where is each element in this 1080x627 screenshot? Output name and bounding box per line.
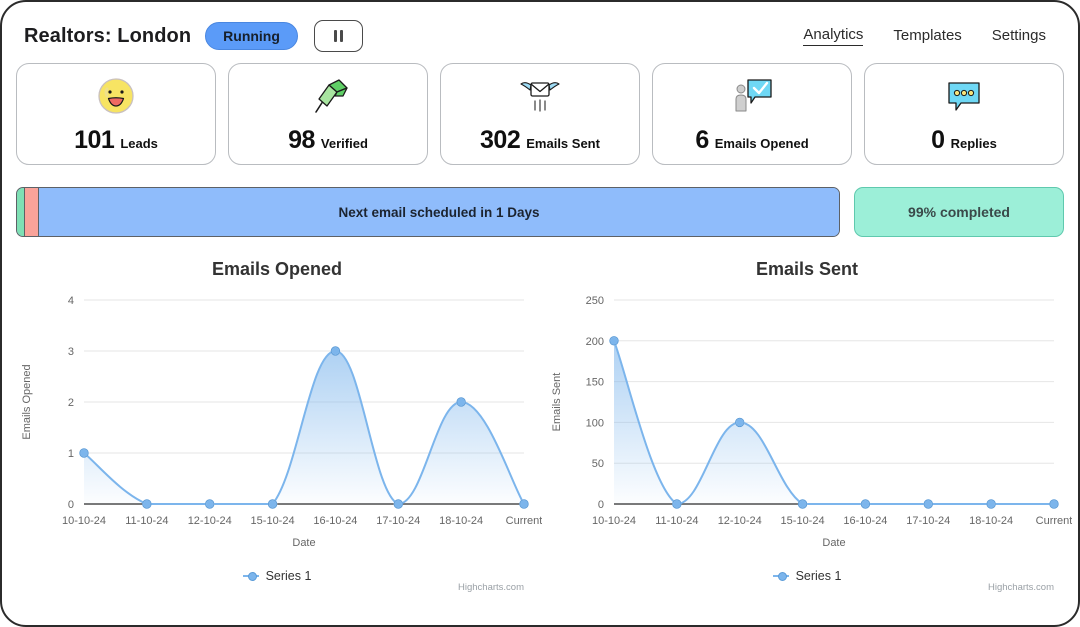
stat-card-replies[interactable]: 0 Replies <box>864 63 1064 165</box>
page-title: Realtors: London <box>24 24 192 47</box>
nav-item-settings[interactable]: Settings <box>992 27 1046 46</box>
chart-plot-area: 0 50 100 150 200 250 Emails Sent 10-10-24 11-10-… <box>542 282 1072 567</box>
pause-icon <box>333 30 343 42</box>
stat-value: 101 <box>74 125 115 154</box>
svg-text:12-10-24: 12-10-24 <box>718 515 762 527</box>
svg-text:17-10-24: 17-10-24 <box>376 515 420 527</box>
svg-text:3: 3 <box>68 346 74 358</box>
stat-label: Leads <box>120 135 158 151</box>
chart-legend[interactable]: Series 1 <box>542 569 1072 583</box>
speech-bubble-dots-icon <box>941 74 987 118</box>
chart-legend[interactable]: Series 1 <box>12 569 542 583</box>
svg-text:0: 0 <box>598 499 604 511</box>
stat-value: 6 <box>695 125 709 154</box>
legend-item-label: Series 1 <box>795 569 842 583</box>
stat-value: 0 <box>931 125 945 154</box>
stat-label: Verified <box>320 135 368 151</box>
legend-marker-icon <box>242 571 259 581</box>
app-window: Realtors: London Running Analytics Templ… <box>0 0 1080 627</box>
progress-segment-blue: Next email scheduled in 1 Days <box>39 188 839 236</box>
svg-text:200: 200 <box>586 336 604 348</box>
svg-text:Current: Current <box>1036 515 1072 527</box>
stat-card-emails-sent[interactable]: 302 Emails Sent <box>440 63 640 165</box>
stats-row: 101 Leads 98 Verified 302 Emails Sent 6 … <box>2 56 1078 165</box>
chart-title: Emails Sent <box>755 259 859 279</box>
svg-text:100: 100 <box>586 417 604 429</box>
svg-text:Date: Date <box>292 537 315 549</box>
svg-text:12-10-24: 12-10-24 <box>188 515 232 527</box>
stat-label: Emails Opened <box>714 135 809 151</box>
stat-card-leads[interactable]: 101 Leads <box>16 63 216 165</box>
svg-text:10-10-24: 10-10-24 <box>62 515 106 527</box>
nav-item-templates[interactable]: Templates <box>893 27 961 46</box>
stat-label: Emails Sent <box>526 135 600 151</box>
progress-label: Next email scheduled in 1 Days <box>338 204 540 220</box>
nav-item-analytics[interactable]: Analytics <box>803 26 864 46</box>
stat-value: 302 <box>480 125 521 154</box>
chart-emails-opened: Emails Opened 0 1 2 3 4 Emails Opened 10-10-24… <box>12 255 542 595</box>
legend-marker-icon <box>772 571 789 581</box>
svg-text:10-10-24: 10-10-24 <box>592 515 636 527</box>
svg-text:18-10-24: 18-10-24 <box>969 515 1013 527</box>
chart-title: Emails Opened <box>211 259 343 279</box>
pause-button[interactable] <box>313 20 363 52</box>
svg-text:15-10-24: 15-10-24 <box>251 515 295 527</box>
green-flag-icon <box>305 74 351 118</box>
svg-text:Current: Current <box>506 515 542 527</box>
svg-text:Emails Sent: Emails Sent <box>551 373 563 432</box>
svg-text:4: 4 <box>68 295 74 307</box>
svg-text:11-10-24: 11-10-24 <box>655 515 698 527</box>
charts-row: Emails Opened 0 1 2 3 4 Emails Opened 10-10-24… <box>2 237 1078 595</box>
person-checkmark-bubble-icon <box>729 74 775 118</box>
svg-text:16-10-24: 16-10-24 <box>313 515 357 527</box>
chart-emails-sent: Emails Sent 0 50 100 150 200 250 Emails Sent 10… <box>542 255 1072 595</box>
schedule-progress-bar[interactable]: Next email scheduled in 1 Days <box>16 187 840 237</box>
chart-plot-area: 0 1 2 3 4 Emails Opened 10-10-24 11-10-24 12-10-… <box>12 282 542 567</box>
svg-text:50: 50 <box>592 458 604 470</box>
smiley-face-icon <box>95 74 137 118</box>
stat-label: Replies <box>950 135 997 151</box>
status-badge[interactable]: Running <box>205 22 298 50</box>
svg-text:1: 1 <box>68 448 74 460</box>
svg-text:Emails Opened: Emails Opened <box>21 364 33 439</box>
svg-text:11-10-24: 11-10-24 <box>125 515 168 527</box>
progress-segment-salmon <box>25 188 39 236</box>
svg-text:18-10-24: 18-10-24 <box>439 515 483 527</box>
svg-text:16-10-24: 16-10-24 <box>843 515 887 527</box>
completion-badge: 99% completed <box>854 187 1064 237</box>
stat-value: 98 <box>288 125 315 154</box>
stat-card-emails-opened[interactable]: 6 Emails Opened <box>652 63 852 165</box>
app-header: Realtors: London Running Analytics Templ… <box>2 2 1078 56</box>
main-nav: Analytics Templates Settings <box>803 26 1056 46</box>
legend-item-label: Series 1 <box>265 569 312 583</box>
svg-text:15-10-24: 15-10-24 <box>781 515 825 527</box>
stat-card-verified[interactable]: 98 Verified <box>228 63 428 165</box>
chart-credits[interactable]: Highcharts.com <box>988 582 1054 593</box>
chart-canvas: 0 1 2 3 4 Emails Opened 10-10-24 11-10-24 12-10-… <box>21 295 542 549</box>
svg-text:150: 150 <box>586 377 604 389</box>
progress-segment-green <box>17 188 25 236</box>
chart-canvas: 0 50 100 150 200 250 Emails Sent 10-10-24 11-10-… <box>551 295 1072 549</box>
flying-envelope-icon <box>516 74 564 118</box>
svg-text:17-10-24: 17-10-24 <box>906 515 950 527</box>
chart-credits[interactable]: Highcharts.com <box>458 582 524 593</box>
svg-text:250: 250 <box>586 295 604 307</box>
svg-text:Date: Date <box>822 537 845 549</box>
svg-text:0: 0 <box>68 499 74 511</box>
svg-text:2: 2 <box>68 397 74 409</box>
progress-row: Next email scheduled in 1 Days 99% compl… <box>2 165 1078 237</box>
